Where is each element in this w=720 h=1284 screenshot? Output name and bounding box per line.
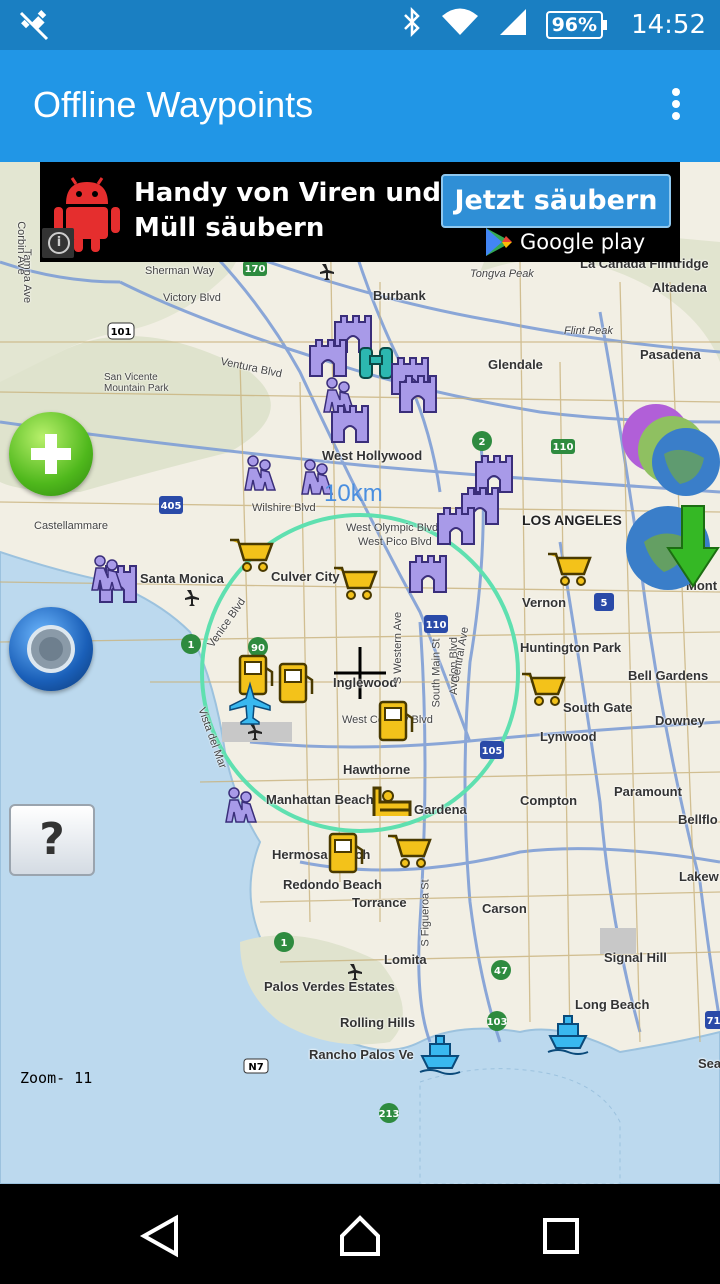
waypoint-harbor — [419, 1035, 461, 1075]
back-icon[interactable] — [139, 1214, 178, 1258]
waypoint-fuel — [328, 832, 364, 874]
waypoint-fuel — [238, 654, 274, 696]
wifi-icon — [440, 7, 480, 44]
plus-icon — [31, 434, 71, 474]
overflow-menu-icon[interactable] — [670, 88, 682, 124]
waypoint-castle — [331, 405, 369, 443]
clock: 14:52 — [631, 10, 706, 40]
waypoint-castle — [309, 339, 347, 377]
info-icon: i — [48, 232, 70, 254]
app-title: Offline Waypoints — [33, 84, 314, 125]
waypoint-shopping — [546, 552, 592, 587]
waypoint-people — [244, 455, 276, 491]
waypoint-castle — [399, 375, 437, 413]
waypoint-harbor — [547, 1015, 589, 1055]
bluetooth-icon — [402, 6, 422, 44]
cell-signal-icon — [498, 7, 528, 44]
google-play-badge[interactable]: Google play — [484, 226, 645, 258]
scale-label: 10km — [324, 480, 383, 507]
waypoint-binoculars — [359, 347, 393, 379]
navigation-bar — [0, 1184, 720, 1280]
waypoint-fuel — [378, 700, 414, 742]
help-button[interactable]: ? — [9, 804, 95, 876]
ad-line-2: Müll säubern — [134, 213, 325, 243]
ad-cta-button[interactable]: Jetzt säubern — [441, 174, 671, 228]
map-view[interactable]: Burbank Glendale Pasadena Altadena La Ca… — [0, 162, 720, 1184]
download-map-button[interactable] — [624, 502, 720, 592]
ad-banner[interactable]: i Handy von Viren und Müll säubern Jetzt… — [40, 162, 680, 262]
waypoint-shopping — [520, 672, 566, 707]
waypoint-shopping — [386, 834, 432, 869]
waypoint-layer[interactable] — [0, 162, 720, 1184]
waypoint-castle — [437, 507, 475, 545]
crosshair-icon — [27, 625, 75, 673]
app-bar: Offline Waypoints — [0, 50, 720, 162]
globe-layers-icon — [622, 404, 720, 496]
zoom-level-label: Zoom- 11 — [20, 1069, 93, 1087]
globe-download-icon — [626, 505, 720, 590]
add-waypoint-button[interactable] — [9, 412, 93, 496]
google-play-label: Google play — [520, 230, 646, 254]
waypoint-people — [225, 787, 257, 823]
ad-info-button[interactable]: i — [42, 228, 74, 258]
ad-line-1: Handy von Viren und — [134, 178, 442, 208]
waypoint-castle — [475, 455, 513, 493]
waypoint-lodging — [372, 786, 412, 818]
waypoint-shopping — [228, 538, 274, 573]
locate-button[interactable] — [9, 607, 93, 691]
layers-button[interactable] — [620, 404, 720, 500]
waypoint-shopping — [332, 566, 378, 601]
ad-text: Handy von Viren und Müll säubern — [134, 176, 441, 246]
google-play-icon — [486, 228, 512, 256]
home-icon[interactable] — [340, 1215, 380, 1256]
battery-icon: 96% — [545, 11, 608, 39]
satellite-off-icon — [18, 10, 50, 49]
status-bar: 96% 14:52 — [0, 0, 720, 50]
waypoint-castle — [409, 555, 447, 593]
recents-icon[interactable] — [543, 1218, 579, 1254]
waypoint-fuel — [278, 662, 314, 704]
